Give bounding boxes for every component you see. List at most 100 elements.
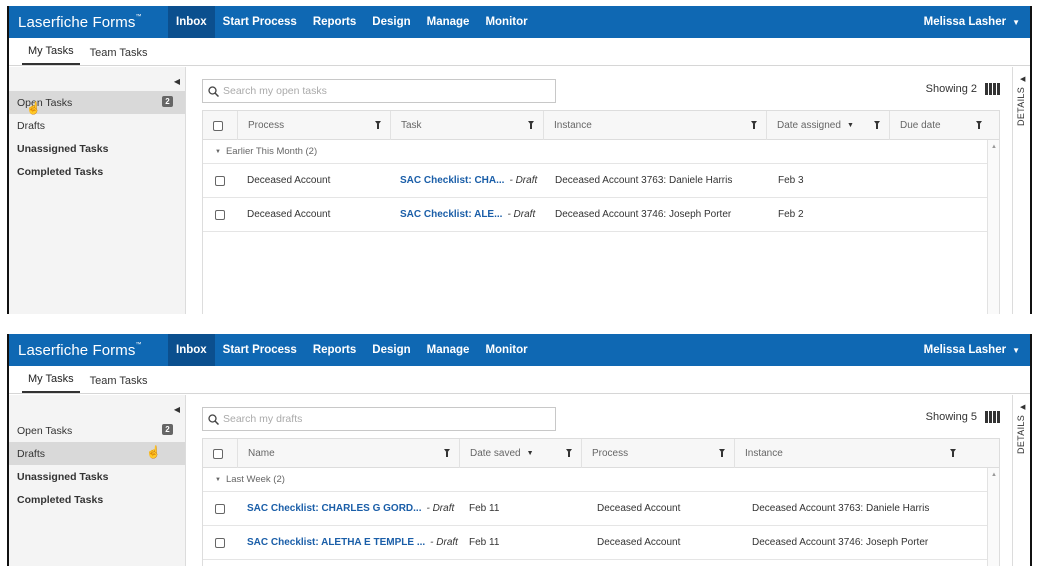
draft-link[interactable]: SAC Checklist: ALETHA E TEMPLE ... <box>247 537 425 548</box>
column-header-task[interactable]: Task <box>390 111 543 140</box>
filter-icon[interactable] <box>751 121 757 129</box>
column-header-name[interactable]: Name <box>237 439 459 468</box>
details-pane-toggle[interactable]: ◀ DETAILS <box>1012 395 1032 566</box>
window-edge <box>7 6 9 314</box>
tasks-table: Process Task Instance Date assigned ▼ Due… <box>202 110 1000 314</box>
cell-name[interactable]: SAC Checklist: ALETHA E TEMPLE ... - Draf… <box>247 526 458 559</box>
search-input[interactable] <box>223 413 543 425</box>
cell-name[interactable]: SAC Checklist: CHARLES G GORD... - Draft <box>247 492 454 525</box>
filter-icon[interactable] <box>950 449 956 457</box>
row-checkbox[interactable] <box>215 209 225 220</box>
row-checkbox[interactable] <box>215 537 225 548</box>
filter-icon[interactable] <box>566 449 572 457</box>
column-label: Process <box>248 120 285 131</box>
row-checkbox[interactable] <box>215 503 225 514</box>
group-header-row[interactable]: ▼ Last Week (2) <box>203 468 999 492</box>
table-row[interactable]: SAC Checklist: ALETHA E TEMPLE ... - Draf… <box>203 526 999 560</box>
nav-inbox[interactable]: Inbox <box>168 334 215 366</box>
collapse-left-icon[interactable]: ◀ <box>174 77 180 86</box>
cell-date-saved: Feb 11 <box>469 537 500 548</box>
draft-status: - Draft <box>507 209 536 220</box>
column-header-instance[interactable]: Instance <box>543 111 766 140</box>
sidebar-item-drafts[interactable]: Drafts <box>8 114 185 137</box>
user-name: Melissa Lasher <box>923 16 1007 28</box>
filter-icon[interactable] <box>528 121 534 129</box>
table-row[interactable]: Deceased Account SAC Checklist: CHA... - … <box>203 164 999 198</box>
search-icon <box>208 413 219 425</box>
nav-inbox[interactable]: Inbox <box>168 6 215 38</box>
window-edge <box>1030 6 1032 314</box>
details-label: DETAILS <box>1016 87 1026 126</box>
sidebar: ◀ Open Tasks 2 ☝ Drafts Unassigned Tasks… <box>8 67 186 314</box>
column-header-due-date[interactable]: Due date <box>889 111 991 140</box>
chevron-down-icon: ▼ <box>215 476 221 483</box>
sidebar-list: Open Tasks 2 ☝ Drafts Unassigned Tasks C… <box>8 91 185 183</box>
sidebar-item-open-tasks[interactable]: Open Tasks 2 ☝ <box>8 91 185 115</box>
sidebar-item-completed-tasks[interactable]: Completed Tasks <box>8 160 185 183</box>
details-pane-toggle[interactable]: ◀ DETAILS <box>1012 67 1032 314</box>
sidebar-item-open-tasks[interactable]: Open Tasks 2 <box>8 419 185 442</box>
brand-logo[interactable]: Laserfiche Forms™ <box>8 342 168 359</box>
cell-task[interactable]: SAC Checklist: ALE... - Draft <box>400 198 535 231</box>
cell-task[interactable]: SAC Checklist: CHA... - Draft <box>400 164 537 197</box>
task-link[interactable]: SAC Checklist: CHA... <box>400 175 504 186</box>
search-box[interactable] <box>202 407 556 431</box>
select-all-checkbox[interactable] <box>213 448 223 459</box>
nav-start-process[interactable]: Start Process <box>215 6 305 38</box>
nav-design[interactable]: Design <box>364 6 418 38</box>
collapse-left-icon[interactable]: ◀ <box>174 405 180 414</box>
user-menu[interactable]: Melissa Lasher ▼ <box>924 334 1020 366</box>
select-all-checkbox[interactable] <box>213 120 223 131</box>
nav-start-process[interactable]: Start Process <box>215 334 305 366</box>
sidebar-item-label: Unassigned Tasks <box>17 470 109 483</box>
filter-icon[interactable] <box>375 121 381 129</box>
filter-icon[interactable] <box>444 449 450 457</box>
window-edge <box>1030 334 1032 566</box>
scroll-up-icon[interactable]: ▲ <box>991 472 997 478</box>
nav-monitor[interactable]: Monitor <box>477 6 535 38</box>
sidebar-item-completed-tasks[interactable]: Completed Tasks <box>8 488 185 511</box>
hand-cursor-icon: ☝ <box>146 445 161 459</box>
result-count: Showing 5 <box>926 411 1000 423</box>
filter-icon[interactable] <box>719 449 725 457</box>
nav-design[interactable]: Design <box>364 334 418 366</box>
vertical-scrollbar[interactable]: ▲ <box>987 140 999 314</box>
nav-reports[interactable]: Reports <box>305 6 364 38</box>
tab-team-tasks[interactable]: Team Tasks <box>84 375 154 393</box>
vertical-scrollbar[interactable]: ▲ <box>987 468 999 566</box>
tab-my-tasks[interactable]: My Tasks <box>22 45 80 65</box>
filter-icon[interactable] <box>976 121 982 129</box>
group-header-row[interactable]: ▼ Earlier This Month (2) <box>203 140 999 164</box>
nav-reports[interactable]: Reports <box>305 334 364 366</box>
showing-label: Showing 2 <box>925 83 977 95</box>
columns-icon[interactable] <box>985 83 1000 95</box>
search-box[interactable] <box>202 79 556 103</box>
column-header-process[interactable]: Process <box>237 111 390 140</box>
nav-monitor[interactable]: Monitor <box>477 334 535 366</box>
table-row[interactable]: Deceased Account SAC Checklist: ALE... - … <box>203 198 999 232</box>
table-row[interactable]: SAC Checklist: CHARLES G GORD... - Draft … <box>203 492 999 526</box>
sidebar-item-drafts[interactable]: Drafts ☝ <box>8 442 185 465</box>
sidebar-item-unassigned-tasks[interactable]: Unassigned Tasks <box>8 465 185 488</box>
row-checkbox[interactable] <box>215 175 225 186</box>
tab-my-tasks[interactable]: My Tasks <box>22 373 80 393</box>
column-header-date-assigned[interactable]: Date assigned ▼ <box>766 111 889 140</box>
column-header-instance[interactable]: Instance <box>734 439 965 468</box>
chevron-down-icon: ▼ <box>1012 17 1020 27</box>
count-badge: 2 <box>162 96 173 107</box>
task-link[interactable]: SAC Checklist: ALE... <box>400 209 502 220</box>
sidebar-item-unassigned-tasks[interactable]: Unassigned Tasks <box>8 137 185 160</box>
column-header-process[interactable]: Process <box>581 439 734 468</box>
user-menu[interactable]: Melissa Lasher ▼ <box>924 6 1020 38</box>
tab-team-tasks[interactable]: Team Tasks <box>84 47 154 65</box>
nav-manage[interactable]: Manage <box>419 334 478 366</box>
nav-manage[interactable]: Manage <box>419 6 478 38</box>
showing-label: Showing 5 <box>925 411 977 423</box>
draft-link[interactable]: SAC Checklist: CHARLES G GORD... <box>247 503 421 514</box>
brand-logo[interactable]: Laserfiche Forms™ <box>8 14 168 31</box>
columns-icon[interactable] <box>985 411 1000 423</box>
search-input[interactable] <box>223 85 543 97</box>
column-header-date-saved[interactable]: Date saved ▼ <box>459 439 581 468</box>
scroll-up-icon[interactable]: ▲ <box>991 144 997 150</box>
filter-icon[interactable] <box>874 121 880 129</box>
